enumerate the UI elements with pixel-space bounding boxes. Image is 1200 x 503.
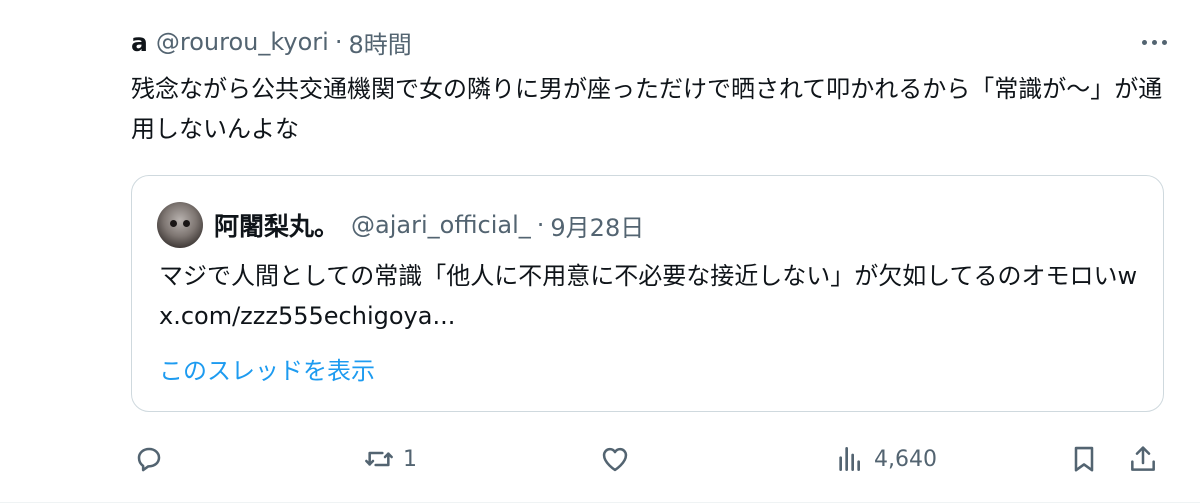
separator-dot: · (334, 28, 343, 56)
avatar[interactable] (22, 20, 118, 116)
tweet-text: 残念ながら公共交通機関で女の隣りに男が座っただけで晒されて叩かれるから「常識が〜… (131, 75, 1163, 143)
repost-button[interactable]: 1 (363, 438, 417, 480)
repost-count: 1 (403, 446, 417, 472)
tweet[interactable]: a @rourou_kyori · 8時間 残念ながら公共交通機関で女の隣りに男… (0, 0, 1200, 503)
separator-dot: · (536, 211, 545, 239)
quoted-tweet-text: マジで人間としての常識「他人に不用意に不必要な接近しない」が欠如してるのオモロい… (159, 262, 1138, 330)
quoted-author-name: 阿闍梨丸。 (214, 212, 340, 241)
views-count: 4,640 (874, 446, 937, 472)
quoted-author-handle: @ajari_official_ (351, 211, 531, 239)
show-thread-link[interactable]: このスレッドを表示 (159, 351, 375, 386)
quoted-tweet[interactable]: 阿闍梨丸。 @ajari_official_ · 9月28日 マジで人間としての… (131, 175, 1164, 412)
repost-icon (365, 451, 393, 467)
quoted-tweet-header: 阿闍梨丸。 @ajari_official_ · 9月28日 (157, 202, 644, 248)
bookmark-icon (1074, 446, 1094, 472)
author-name[interactable]: a (131, 28, 148, 57)
share-icon (1131, 446, 1155, 471)
quoted-avatar (157, 202, 203, 248)
tweet-time[interactable]: 8時間 (348, 25, 411, 60)
like-button[interactable] (599, 438, 631, 480)
tweet-header: a @rourou_kyori · 8時間 (131, 24, 412, 60)
bookmark-button[interactable] (1068, 438, 1100, 480)
reply-button[interactable] (133, 438, 165, 480)
views-icon (839, 447, 860, 471)
views-button[interactable]: 4,640 (834, 438, 937, 480)
share-button[interactable] (1127, 438, 1159, 480)
quoted-tweet-date: 9月28日 (550, 213, 645, 242)
action-bar: 1 4,640 (131, 438, 1171, 480)
like-icon (602, 447, 628, 472)
more-icon[interactable] (1134, 27, 1174, 57)
author-handle[interactable]: @rourou_kyori (156, 28, 329, 56)
reply-icon (137, 447, 161, 472)
